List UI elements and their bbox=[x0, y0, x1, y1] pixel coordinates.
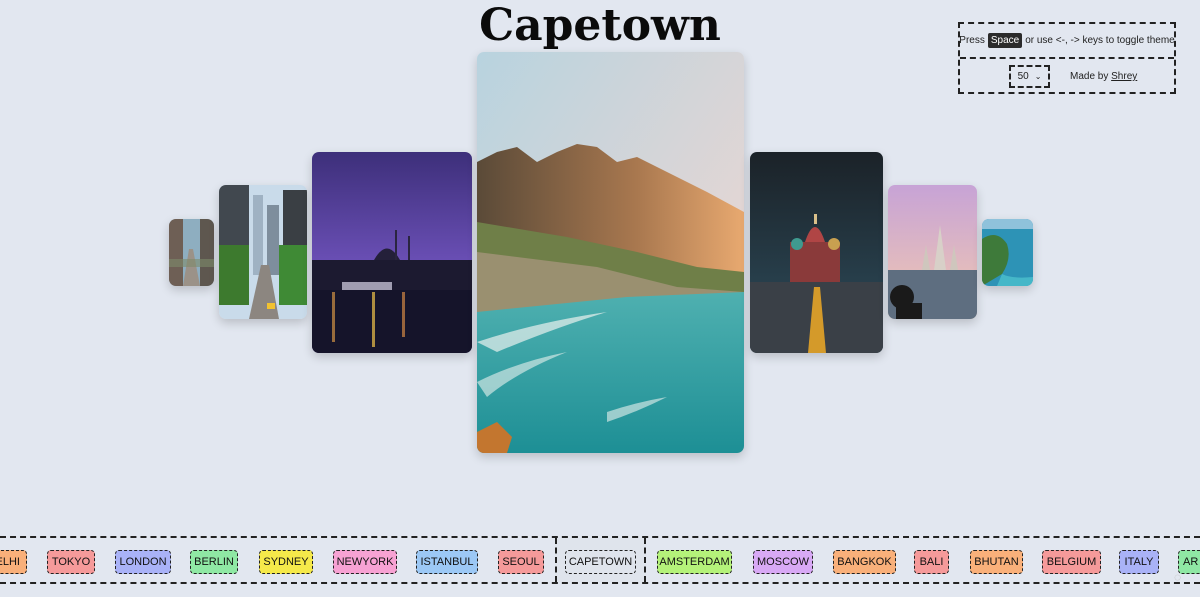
info-panel: Press Space or use <-, -> keys to toggle… bbox=[958, 22, 1176, 94]
speed-value: 50 bbox=[1017, 71, 1029, 82]
city-card-bangkok[interactable] bbox=[888, 185, 977, 319]
made-by: Made by Shrey bbox=[1070, 71, 1137, 82]
chevron-down-icon: ⌄ bbox=[1034, 72, 1042, 81]
city-card-moscow[interactable] bbox=[750, 152, 883, 353]
skyscrapers-photo bbox=[219, 185, 307, 319]
city-chip-tokyo[interactable]: TOKYO bbox=[47, 550, 95, 574]
city-chip-sydney[interactable]: SYDNEY bbox=[259, 550, 313, 574]
city-card-seoul-small[interactable] bbox=[169, 219, 214, 286]
bali-cliff-photo bbox=[982, 219, 1033, 286]
moscow-night-photo bbox=[750, 152, 883, 353]
city-chip-elhi[interactable]: ELHI bbox=[0, 550, 27, 574]
city-chip-seoul[interactable]: SEOUL bbox=[498, 550, 544, 574]
city-chip-belgium[interactable]: BELGIUM bbox=[1042, 550, 1101, 574]
city-chip-italy[interactable]: ITALY bbox=[1119, 550, 1159, 574]
city-card-bali-small[interactable] bbox=[982, 219, 1033, 286]
made-by-prefix: Made by bbox=[1070, 71, 1109, 82]
eye-off-icon[interactable]: ◌ bbox=[1174, 570, 1181, 584]
city-selector-bar: ELHI TOKYO LONDON BERLIN SYDNEY NEWYORK ISTANB… bbox=[0, 536, 1200, 584]
city-chip-moscow[interactable]: MOSCOW bbox=[753, 550, 813, 574]
author-link[interactable]: Shrey bbox=[1111, 71, 1137, 82]
city-chip-london[interactable]: LONDON bbox=[115, 550, 171, 574]
space-key-badge: Space bbox=[987, 33, 1023, 48]
city-card-newyork[interactable] bbox=[219, 185, 307, 319]
page: Capetown Press Space or use <-, -> keys … bbox=[0, 0, 1200, 597]
page-title: Capetown bbox=[479, 0, 721, 51]
city-chip-bangkok[interactable]: BANGKOK bbox=[833, 550, 896, 574]
hint-rest-text: or use <-, -> keys to toggle theme bbox=[1025, 35, 1175, 46]
theme-hint: Press Space or use <-, -> keys to toggle… bbox=[959, 24, 1175, 59]
city-chip-istanbul[interactable]: ISTANBUL bbox=[416, 550, 478, 574]
city-chip-ar[interactable]: AR bbox=[1178, 550, 1200, 574]
city-chip-bali[interactable]: BALI bbox=[914, 550, 949, 574]
speed-select[interactable]: 50 ⌄ bbox=[1009, 65, 1050, 88]
hint-press-text: Press bbox=[959, 35, 985, 46]
city-card-istanbul[interactable] bbox=[312, 152, 472, 353]
city-chip-newyork[interactable]: NEWYORK bbox=[333, 550, 397, 574]
controls-row: 50 ⌄ Made by Shrey bbox=[960, 59, 1174, 94]
istanbul-night-photo bbox=[312, 152, 472, 353]
city-chip-berlin[interactable]: BERLIN bbox=[190, 550, 238, 574]
street-photo bbox=[169, 219, 214, 286]
city-chip-amsterdam[interactable]: AMSTERDAM bbox=[657, 550, 732, 574]
bangkok-temple-photo bbox=[888, 185, 977, 319]
capetown-coast-photo bbox=[477, 52, 744, 453]
city-chip-capetown[interactable]: CAPETOWN bbox=[565, 550, 636, 574]
city-card-capetown[interactable] bbox=[477, 52, 744, 453]
city-chip-bhutan[interactable]: BHUTAN bbox=[970, 550, 1023, 574]
